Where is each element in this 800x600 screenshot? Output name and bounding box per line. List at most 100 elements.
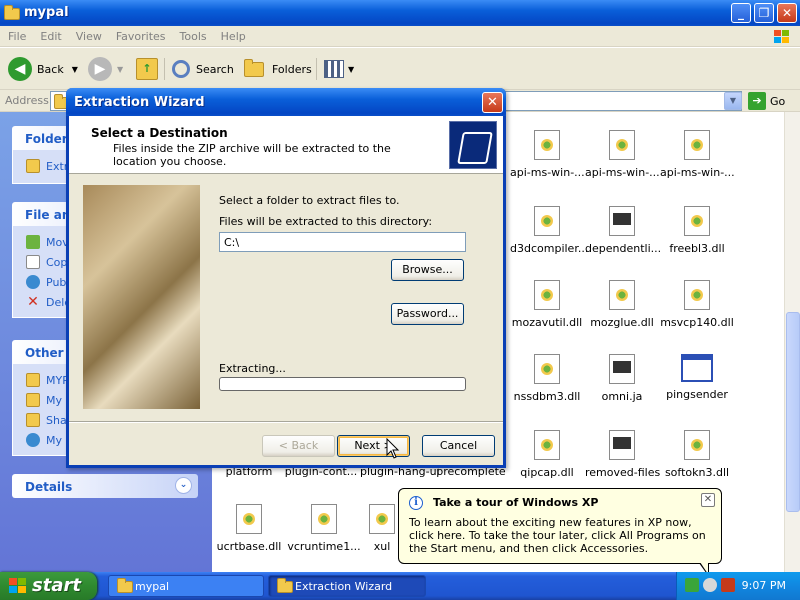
window-title: mypal (24, 5, 69, 20)
file-item[interactable]: api-ms-win-... (660, 130, 735, 179)
back-button[interactable]: < Back (262, 435, 335, 457)
clock[interactable]: 9:07 PM (742, 579, 786, 592)
network-icon (26, 433, 40, 447)
file-item[interactable]: freebl3.dll (660, 206, 734, 255)
extraction-progress-bar (219, 377, 466, 391)
chevron-down-icon[interactable]: ▼ (72, 65, 78, 74)
dll-file-icon (534, 430, 560, 460)
maximize-button[interactable]: ❐ (754, 3, 774, 23)
minimize-button[interactable]: _ (731, 3, 751, 23)
taskbar-item-mypal[interactable]: mypal (108, 575, 264, 597)
file-item[interactable]: mozglue.dll (585, 280, 659, 329)
address-dropdown-button[interactable]: ▼ (724, 92, 742, 110)
documents-folder-icon (26, 393, 40, 407)
explorer-titlebar[interactable]: mypal _ ❐ ✕ (0, 0, 800, 26)
password-button[interactable]: Password... (391, 303, 464, 325)
shared-folder-icon (26, 413, 40, 427)
dialog-titlebar[interactable]: Extraction Wizard ✕ (66, 88, 506, 116)
go-button[interactable]: ➔ Go (748, 92, 785, 110)
up-arrow-icon: ↑ (136, 58, 158, 80)
network-tray-icon[interactable] (685, 578, 699, 592)
search-icon (172, 60, 190, 78)
menu-help[interactable]: Help (213, 26, 252, 43)
file-item[interactable]: msvcp140.dll (660, 280, 734, 329)
security-shield-icon[interactable] (721, 578, 735, 592)
back-button[interactable]: ◀ Back ▼ (8, 56, 78, 82)
search-button[interactable]: Search (172, 56, 234, 82)
task-label: mypal (135, 580, 170, 593)
folders-label: Folders (272, 62, 312, 76)
chevron-down-icon[interactable]: ▼ (348, 65, 354, 74)
dll-file-icon (684, 130, 710, 160)
tour-notification-balloon[interactable]: i Take a tour of Windows XP ✕ To learn a… (398, 488, 722, 577)
mouse-cursor-icon (386, 438, 400, 459)
directory-label: Files will be extracted to this director… (219, 215, 433, 228)
system-tray: 9:07 PM (676, 572, 800, 600)
standard-toolbar: ◀ Back ▼ ▶ ▼ ↑ Search Folders ▼ (0, 48, 800, 90)
file-label: qipcap.dll (520, 466, 574, 479)
file-item[interactable]: xul (362, 504, 402, 553)
menu-edit[interactable]: Edit (32, 26, 67, 43)
chevron-down-icon[interactable]: ▼ (117, 65, 123, 74)
dll-file-icon (609, 280, 635, 310)
go-arrow-icon: ➔ (748, 92, 766, 110)
browse-button[interactable]: Browse... (391, 259, 464, 281)
wizard-banner-image (83, 185, 200, 409)
start-button[interactable]: start (0, 572, 97, 600)
directory-input[interactable]: C:\ (219, 232, 466, 252)
menu-tools[interactable]: Tools (172, 26, 213, 43)
views-button[interactable]: ▼ (324, 56, 354, 82)
up-folder-button[interactable]: ↑ (136, 56, 158, 82)
folders-button[interactable]: Folders (244, 56, 312, 82)
file-item[interactable]: softokn3.dll (660, 430, 734, 479)
dll-file-icon (684, 280, 710, 310)
search-label: Search (196, 62, 234, 76)
forward-button[interactable]: ▶ ▼ (88, 56, 123, 82)
dll-file-icon (236, 504, 262, 534)
close-icon[interactable]: ✕ (482, 92, 503, 113)
generic-file-icon (609, 430, 635, 460)
file-item[interactable]: nssdbm3.dll (510, 354, 584, 403)
balloon-text[interactable]: To learn about the exciting new features… (409, 516, 715, 555)
back-label: Back (37, 62, 64, 76)
folders-icon (244, 58, 264, 77)
file-label: nssdbm3.dll (513, 390, 581, 403)
close-icon[interactable]: ✕ (701, 493, 715, 507)
globe-icon (26, 275, 40, 289)
dialog-step-title: Select a Destination (91, 126, 228, 140)
file-item[interactable]: dependentli... (585, 206, 662, 255)
scrollbar-thumb[interactable] (786, 312, 800, 512)
taskbar-item-extraction-wizard[interactable]: Extraction Wizard (268, 575, 426, 597)
vertical-scrollbar[interactable] (784, 112, 800, 572)
file-item[interactable]: omni.ja (585, 354, 659, 403)
menu-view[interactable]: View (68, 26, 108, 43)
file-item[interactable]: removed-files (585, 430, 660, 479)
file-label: api-ms-win-... (510, 166, 585, 179)
close-button[interactable]: ✕ (777, 3, 797, 23)
file-item[interactable]: qipcap.dll (510, 430, 584, 479)
file-item[interactable]: pingsender (660, 354, 734, 401)
file-label: d3dcompiler... (510, 242, 589, 255)
address-label: Address (5, 94, 49, 107)
extract-icon (26, 159, 40, 173)
windows-logo-icon (9, 578, 26, 593)
dialog-header: Select a Destination Files inside the ZI… (69, 116, 503, 174)
forward-arrow-icon: ▶ (88, 57, 112, 81)
file-item[interactable]: d3dcompiler... (510, 206, 588, 255)
file-item[interactable]: api-ms-win-... (585, 130, 660, 179)
menu-file[interactable]: File (0, 26, 32, 43)
taskbar: start mypal Extraction Wizard 9:07 PM (0, 572, 800, 600)
details-header[interactable]: Details ⌄ (12, 474, 198, 498)
file-item[interactable]: vcruntime1... (287, 504, 361, 553)
cancel-button[interactable]: Cancel (422, 435, 495, 457)
file-item[interactable]: api-ms-win-... (510, 130, 585, 179)
file-item[interactable]: mozavutil.dll (510, 280, 584, 329)
info-tray-icon[interactable] (703, 578, 717, 592)
chevron-down-icon[interactable]: ⌄ (175, 477, 192, 494)
file-label: dependentli... (585, 242, 662, 255)
menu-favorites[interactable]: Favorites (108, 26, 172, 43)
dll-file-icon (609, 130, 635, 160)
file-item[interactable]: ucrtbase.dll (212, 504, 286, 553)
windows-logo-icon (774, 30, 789, 43)
toolbar-separator (164, 58, 165, 80)
